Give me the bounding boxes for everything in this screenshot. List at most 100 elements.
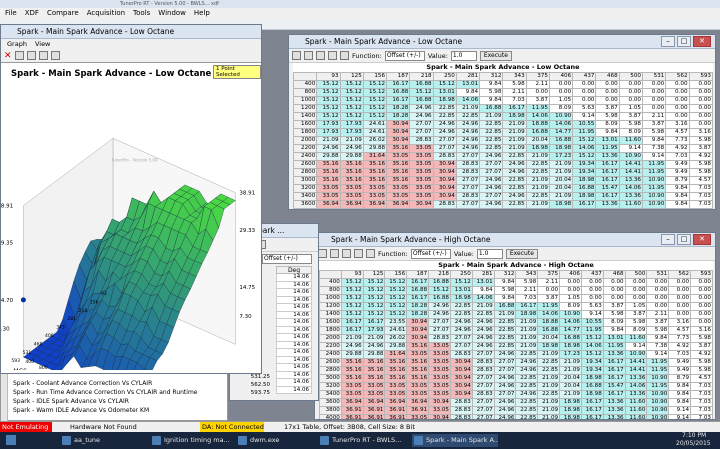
table-cell[interactable]: 13.01 bbox=[449, 286, 473, 295]
table-cell[interactable]: 10.90 bbox=[624, 350, 648, 359]
cursor-icon[interactable] bbox=[26, 51, 36, 60]
table-cell[interactable]: 11.60 bbox=[624, 334, 648, 343]
table-cell[interactable]: 35.16 bbox=[362, 374, 386, 383]
table-cell[interactable]: 21.09 bbox=[548, 160, 574, 169]
table-cell[interactable]: 33.05 bbox=[409, 184, 434, 193]
table-cell[interactable]: 24.96 bbox=[455, 128, 481, 137]
table-cell[interactable]: 18.98 bbox=[548, 208, 574, 209]
table-cell[interactable]: 10.90 bbox=[646, 374, 670, 383]
idle-cell[interactable]: 14.06 bbox=[276, 274, 312, 282]
table-cell[interactable]: 27.07 bbox=[455, 200, 481, 209]
table-cell[interactable]: 21.09 bbox=[548, 168, 574, 177]
table-cell[interactable]: 22.85 bbox=[479, 120, 504, 129]
table-cell[interactable]: 11.95 bbox=[580, 326, 604, 335]
table-cell[interactable]: 21.09 bbox=[559, 358, 582, 367]
table-cell[interactable]: 18.98 bbox=[580, 374, 604, 383]
table-cell[interactable]: 24.96 bbox=[479, 176, 504, 185]
table-cell[interactable]: 35.16 bbox=[386, 160, 411, 169]
table-cell[interactable]: 7.03 bbox=[502, 96, 527, 105]
table-cell[interactable]: 10.90 bbox=[646, 390, 670, 399]
table-cell[interactable]: 17.23 bbox=[559, 350, 582, 359]
table-cell[interactable]: 21.09 bbox=[525, 200, 550, 209]
table-cell[interactable]: 11.60 bbox=[618, 208, 643, 209]
table-cell[interactable]: 3.87 bbox=[618, 112, 643, 121]
table-cell[interactable]: 7.03 bbox=[688, 200, 714, 209]
table-cell[interactable]: 28.83 bbox=[449, 414, 473, 419]
table-cell[interactable]: 3.87 bbox=[595, 104, 620, 113]
column-header[interactable]: 156 bbox=[384, 270, 408, 279]
table-cell[interactable]: 33.05 bbox=[409, 152, 434, 161]
table-cell[interactable]: 29.88 bbox=[384, 342, 408, 351]
table-cell[interactable]: 24.96 bbox=[493, 406, 517, 415]
table-cell[interactable]: 9.14 bbox=[668, 406, 692, 415]
table-cell[interactable]: 30.94 bbox=[406, 334, 430, 343]
table-cell[interactable]: 27.07 bbox=[449, 334, 473, 343]
table-cell[interactable]: 28.83 bbox=[455, 168, 481, 177]
table-cell[interactable]: 7.03 bbox=[665, 152, 690, 161]
table-cell[interactable]: 21.09 bbox=[537, 406, 561, 415]
table-cell[interactable]: 24.96 bbox=[493, 382, 517, 391]
table-cell[interactable]: 0.00 bbox=[624, 278, 648, 287]
table-cell[interactable]: 21.09 bbox=[339, 136, 364, 145]
table-cell[interactable]: 22.85 bbox=[537, 366, 561, 375]
table-cell[interactable]: 0.00 bbox=[665, 96, 690, 105]
row-header[interactable]: 2600 bbox=[319, 358, 342, 367]
table-cell[interactable]: 35.16 bbox=[386, 176, 411, 185]
table-cell[interactable]: 16.17 bbox=[572, 208, 597, 209]
table-cell[interactable]: 0.00 bbox=[688, 112, 714, 121]
table-cell[interactable]: 18.98 bbox=[502, 112, 527, 121]
table-cell[interactable]: 11.95 bbox=[525, 104, 550, 113]
column-header[interactable]: 437 bbox=[572, 72, 597, 81]
table-cell[interactable]: 5.98 bbox=[493, 286, 517, 295]
table-cell[interactable]: 33.05 bbox=[340, 390, 364, 399]
table-cell[interactable]: 11.95 bbox=[537, 302, 561, 311]
row-header[interactable]: 3800 bbox=[319, 406, 342, 415]
table-cell[interactable]: 0.00 bbox=[525, 88, 550, 97]
table-cell[interactable]: 0.00 bbox=[646, 302, 670, 311]
table-cell[interactable]: 10.90 bbox=[641, 208, 667, 209]
table-cell[interactable]: 29.88 bbox=[316, 152, 341, 161]
table-cell[interactable]: 15.12 bbox=[339, 88, 364, 97]
table-cell[interactable]: 21.09 bbox=[548, 192, 574, 201]
minimize-button[interactable]: – bbox=[661, 36, 675, 47]
table-cell[interactable]: 36.94 bbox=[339, 200, 364, 209]
table-cell[interactable]: 13.36 bbox=[595, 152, 620, 161]
table-cell[interactable]: 24.96 bbox=[409, 104, 434, 113]
table-cell[interactable]: 8.09 bbox=[624, 326, 648, 335]
table-cell[interactable]: 27.07 bbox=[409, 128, 434, 137]
table-cell[interactable]: 24.96 bbox=[502, 192, 527, 201]
table-cell[interactable]: 33.05 bbox=[316, 184, 341, 193]
table-cell[interactable]: 9.84 bbox=[455, 88, 481, 97]
table-cell[interactable]: 15.12 bbox=[580, 334, 604, 343]
edit-icon[interactable] bbox=[354, 249, 363, 258]
pan-icon[interactable] bbox=[38, 51, 48, 60]
table-cell[interactable]: 5.63 bbox=[572, 104, 597, 113]
table-cell[interactable]: 0.00 bbox=[646, 294, 670, 303]
idle-cell[interactable]: 14.06 bbox=[276, 326, 312, 334]
table-cell[interactable]: 3.87 bbox=[525, 96, 550, 105]
table-cell[interactable]: 16.88 bbox=[548, 136, 574, 145]
table-cell[interactable]: 0.00 bbox=[690, 310, 713, 319]
table-cell[interactable]: 26.02 bbox=[384, 334, 408, 343]
table-cell[interactable]: 4.57 bbox=[690, 374, 713, 383]
table-cell[interactable]: 14.41 bbox=[624, 366, 648, 375]
table-cell[interactable]: 1.05 bbox=[548, 96, 574, 105]
idle-cell[interactable]: 14.06 bbox=[276, 311, 312, 319]
table-cell[interactable]: 28.83 bbox=[449, 350, 473, 359]
table-cell[interactable]: 35.16 bbox=[362, 168, 388, 177]
table-cell[interactable]: 17.93 bbox=[339, 128, 364, 137]
table-cell[interactable]: 9.49 bbox=[668, 366, 692, 375]
table-cell[interactable]: 15.12 bbox=[362, 278, 386, 287]
table-cell[interactable]: 8.79 bbox=[668, 374, 692, 383]
table-cell[interactable]: 0.00 bbox=[646, 286, 670, 295]
table-cell[interactable]: 28.83 bbox=[428, 334, 451, 343]
table-cell[interactable]: 21.09 bbox=[559, 390, 582, 399]
table-cell[interactable]: 15.12 bbox=[384, 310, 408, 319]
table-cell[interactable]: 21.09 bbox=[362, 334, 386, 343]
table-cell[interactable]: 35.16 bbox=[339, 168, 364, 177]
table-cell[interactable]: 13.01 bbox=[602, 334, 626, 343]
table-cell[interactable]: 10.90 bbox=[548, 112, 574, 121]
table-cell[interactable]: 33.05 bbox=[339, 192, 364, 201]
table-cell[interactable]: 20.04 bbox=[559, 374, 582, 383]
menu-help[interactable]: Help bbox=[194, 8, 210, 19]
